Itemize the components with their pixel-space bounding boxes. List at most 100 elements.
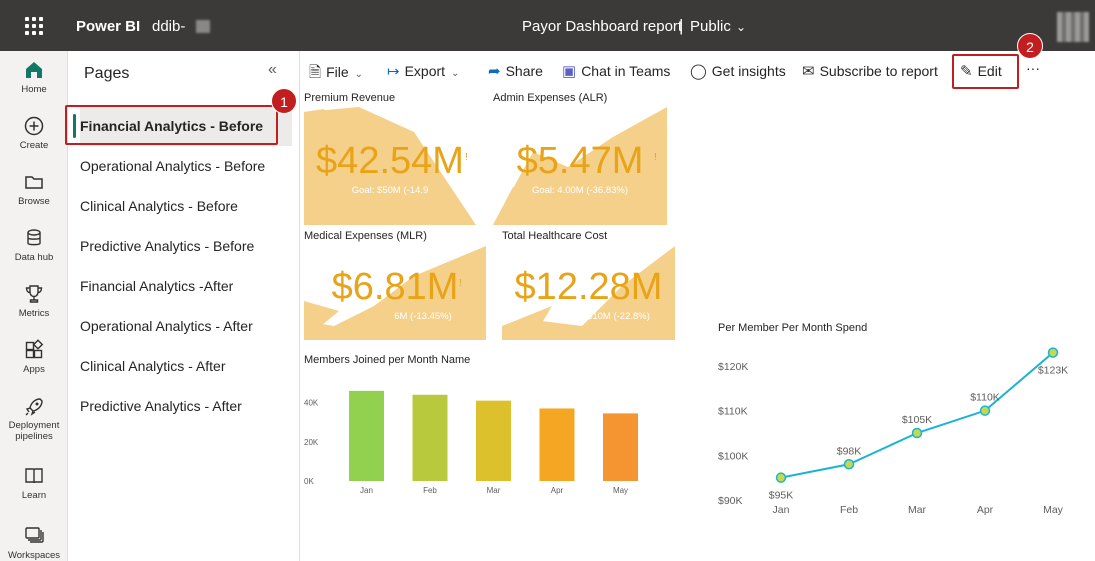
bar	[349, 390, 384, 481]
more-options-button[interactable]: ···	[1026, 60, 1040, 76]
folder-icon	[25, 176, 43, 189]
page-tab-operational-after[interactable]: Operational Analytics - After	[80, 306, 292, 346]
rail-item-learn[interactable]: Learn	[0, 465, 68, 501]
rail-label: Learn	[21, 490, 47, 501]
callout-badge-2: 2	[1017, 33, 1043, 59]
kpi-value: $42.54M	[316, 140, 464, 182]
y-tick-label: $100K	[718, 450, 748, 462]
bar	[603, 413, 638, 481]
x-tick-label: Mar	[908, 504, 927, 516]
redacted-text	[196, 20, 210, 33]
report-title: Payor Dashboard report	[522, 18, 683, 35]
warning-icon: !	[465, 152, 468, 163]
kpi-goal: Goal: 4.00M (-36.83%)	[531, 185, 629, 196]
card-title-medical: Medical Expenses (MLR)	[304, 230, 427, 242]
chart-title-members: Members Joined per Month Name	[304, 354, 471, 366]
x-tick-label: Feb	[423, 486, 437, 495]
rail-label: Workspaces	[7, 550, 61, 561]
page-tab-clinical-before[interactable]: Clinical Analytics - Before	[80, 186, 292, 226]
x-tick-label: Apr	[551, 486, 564, 495]
bar	[412, 394, 448, 481]
data-point	[979, 405, 991, 416]
page-tab-clinical-after[interactable]: Clinical Analytics - After	[80, 346, 292, 386]
kpi-card-admin[interactable]: $5.47M Goal: 4.00M (-36.83%) !	[493, 107, 667, 225]
y-tick-label: 40K	[304, 399, 319, 408]
warning-icon: !	[654, 152, 657, 163]
x-tick-label: Jan	[773, 504, 790, 516]
rail-item-data-hub[interactable]: Data hub	[0, 227, 68, 263]
x-tick-label: Feb	[840, 504, 858, 516]
chart-title-pmpm: Per Member Per Month Spend	[718, 322, 868, 334]
subscribe-button[interactable]: ✉ Subscribe to report	[802, 62, 938, 80]
share-icon: ➦	[488, 63, 501, 80]
page-tab-predictive-before[interactable]: Predictive Analytics - Before	[80, 226, 292, 266]
x-tick-label: May	[613, 486, 628, 495]
rail-item-home[interactable]: Home	[0, 59, 68, 95]
kpi-card-total[interactable]: $12.28M $10M (-22.8%) !	[502, 246, 675, 340]
page-tab-financial-after[interactable]: Financial Analytics -After	[80, 266, 292, 306]
callout-highlight-1	[65, 105, 278, 145]
rail-item-metrics[interactable]: Metrics	[0, 283, 68, 319]
data-point	[843, 459, 855, 470]
top-bar: Power BI ddib- Payor Dashboard report | …	[0, 0, 1095, 51]
warning-icon: !	[459, 278, 462, 289]
teams-icon: ▣	[562, 63, 577, 80]
chevron-down-icon: ⌄	[451, 68, 460, 79]
file-menu-button[interactable]: 🗎 File ⌄	[309, 62, 363, 87]
kpi-card-medical[interactable]: $6.81M 6M (-13.45%) !	[304, 246, 486, 340]
app-launcher-icon[interactable]	[25, 17, 43, 35]
rail-label: Deployment pipelines	[8, 420, 60, 442]
chevron-down-icon: ⌄	[354, 69, 364, 80]
rail-label: Home	[21, 84, 47, 95]
workspaces-icon	[25, 527, 44, 543]
bar	[476, 400, 511, 481]
visibility-dropdown[interactable]: Public	[690, 18, 731, 35]
rail-item-browse[interactable]: Browse	[0, 171, 68, 207]
rail-label: Create	[19, 140, 49, 151]
rail-label: Browse	[18, 196, 50, 207]
subscribe-icon: ✉	[802, 63, 815, 80]
x-tick-label: Jan	[360, 486, 373, 495]
kpi-goal: Goal: $50M (-14.9	[351, 185, 429, 196]
rail-item-deployment-pipelines[interactable]: Deployment pipelines	[0, 395, 68, 442]
data-label: $105K	[902, 414, 932, 426]
chat-in-teams-button[interactable]: ▣ Chat in Teams	[562, 62, 670, 80]
export-menu-button[interactable]: ↦ Export ⌄	[387, 62, 459, 80]
product-name[interactable]: Power BI	[76, 18, 140, 35]
x-tick-label: Apr	[977, 504, 994, 516]
apps-icon	[25, 339, 44, 359]
kpi-goal: 6M (-13.45%)	[394, 311, 452, 322]
get-insights-button[interactable]: ◯ Get insights	[690, 62, 786, 80]
rail-item-create[interactable]: Create	[0, 115, 68, 151]
rail-item-apps[interactable]: Apps	[0, 339, 68, 375]
file-icon: 🗎	[309, 64, 322, 81]
rocket-icon	[25, 398, 43, 416]
collapse-pane-icon[interactable]: «	[268, 61, 277, 79]
y-tick-label: 0K	[304, 477, 314, 486]
card-title-premium: Premium Revenue	[304, 92, 396, 104]
lightbulb-icon: ◯	[690, 63, 707, 80]
y-tick-label: $110K	[718, 406, 748, 418]
kpi-card-premium[interactable]: $42.54M Goal: $50M (-14.9 !	[304, 107, 476, 225]
pmpm-line-chart[interactable]: $90K $100K $110K $120K $95K Jan $98K Feb $105K Ma…	[710, 336, 1090, 526]
home-icon	[26, 62, 42, 78]
warning-icon: !	[656, 278, 659, 289]
x-tick-label: Mar	[487, 486, 501, 495]
y-tick-label: 20K	[304, 438, 319, 447]
card-title-admin: Admin Expenses (ALR)	[493, 92, 608, 104]
page-tab-predictive-after[interactable]: Predictive Analytics - After	[80, 386, 292, 426]
data-label: $95K	[769, 490, 794, 502]
export-icon: ↦	[387, 63, 400, 80]
chevron-down-icon[interactable]: ⌄	[736, 20, 746, 34]
pages-title: Pages	[84, 65, 130, 82]
title-separator: |	[679, 16, 684, 35]
members-bar-chart[interactable]: 0K 20K 40K Jan Feb Mar Apr May	[300, 371, 680, 501]
avatar[interactable]	[1057, 12, 1089, 42]
page-tab-operational-before[interactable]: Operational Analytics - Before	[80, 146, 292, 186]
kpi-goal: $10M (-22.8%)	[587, 311, 650, 322]
rail-item-workspaces[interactable]: Workspaces	[0, 525, 68, 561]
workspace-name[interactable]: ddib-	[152, 18, 185, 35]
kpi-value: $12.28M	[514, 266, 663, 308]
report-canvas: Premium Revenue $42.54M Goal: $50M (-14.…	[300, 91, 1095, 561]
share-button[interactable]: ➦ Share	[488, 62, 543, 80]
